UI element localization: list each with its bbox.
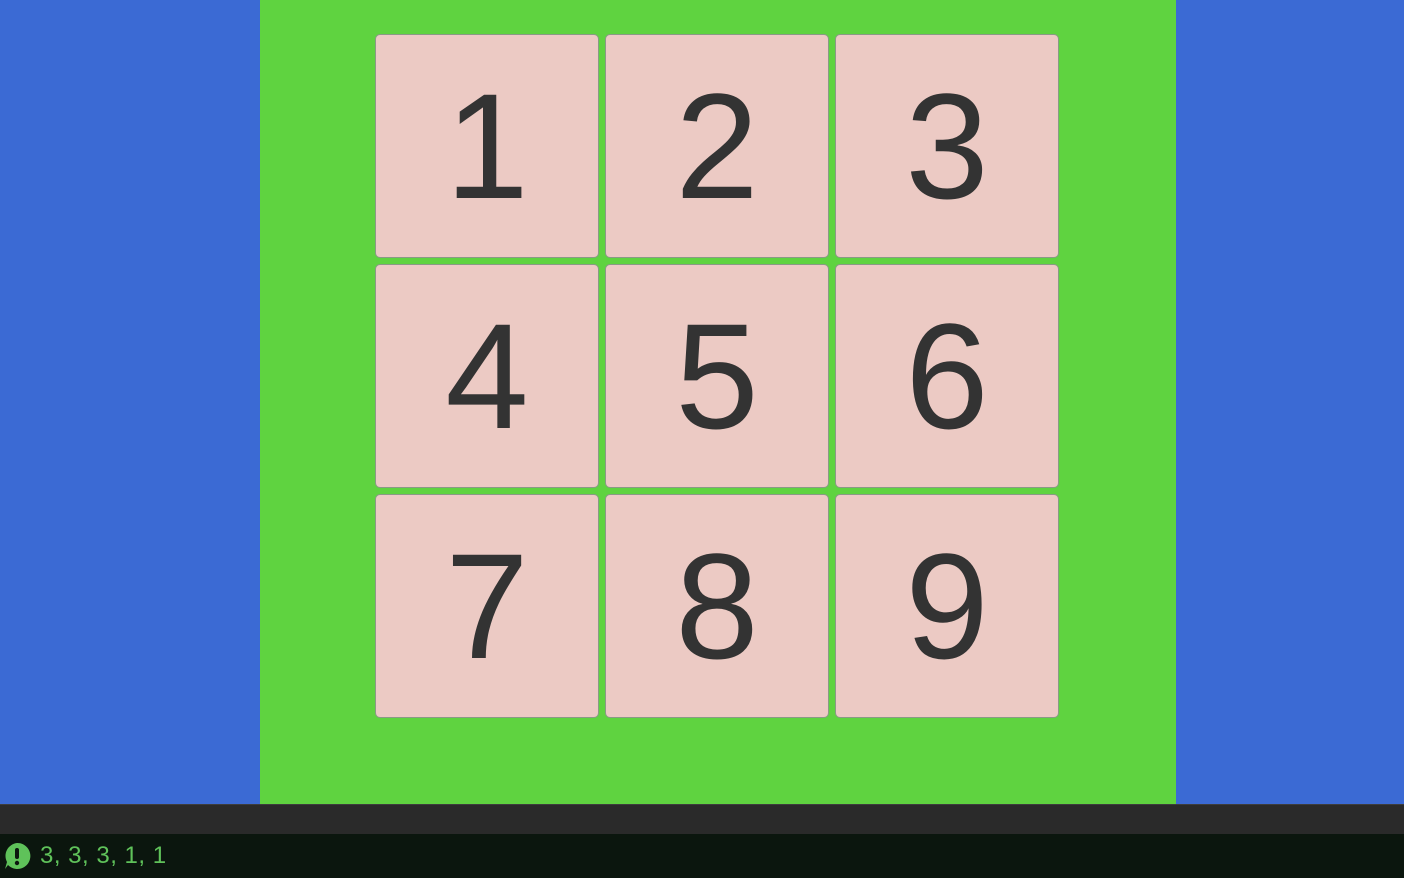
tile-8[interactable]: 8 xyxy=(605,494,829,718)
tile-label: 7 xyxy=(445,522,529,690)
tile-label: 8 xyxy=(675,522,759,690)
tile-2[interactable]: 2 xyxy=(605,34,829,258)
bottom-toolbar xyxy=(0,804,1404,834)
tile-5[interactable]: 5 xyxy=(605,264,829,488)
tile-label: 6 xyxy=(905,292,989,460)
tile-label: 5 xyxy=(675,292,759,460)
tile-9[interactable]: 9 xyxy=(835,494,1059,718)
tile-4[interactable]: 4 xyxy=(375,264,599,488)
tile-label: 9 xyxy=(905,522,989,690)
exclamation-bubble-icon[interactable] xyxy=(2,841,32,871)
tile-7[interactable]: 7 xyxy=(375,494,599,718)
tile-label: 1 xyxy=(445,62,529,230)
tile-label: 2 xyxy=(675,62,759,230)
tile-label: 3 xyxy=(905,62,989,230)
tile-label: 4 xyxy=(445,292,529,460)
tile-grid: 1 2 3 4 5 6 7 8 9 xyxy=(375,34,1061,718)
game-board: 1 2 3 4 5 6 7 8 9 xyxy=(260,0,1176,806)
console-message: 3, 3, 3, 1, 1 xyxy=(40,842,167,869)
tile-1[interactable]: 1 xyxy=(375,34,599,258)
game-background: 1 2 3 4 5 6 7 8 9 xyxy=(0,0,1404,806)
console-bar: 3, 3, 3, 1, 1 xyxy=(0,834,1404,878)
tile-3[interactable]: 3 xyxy=(835,34,1059,258)
tile-6[interactable]: 6 xyxy=(835,264,1059,488)
